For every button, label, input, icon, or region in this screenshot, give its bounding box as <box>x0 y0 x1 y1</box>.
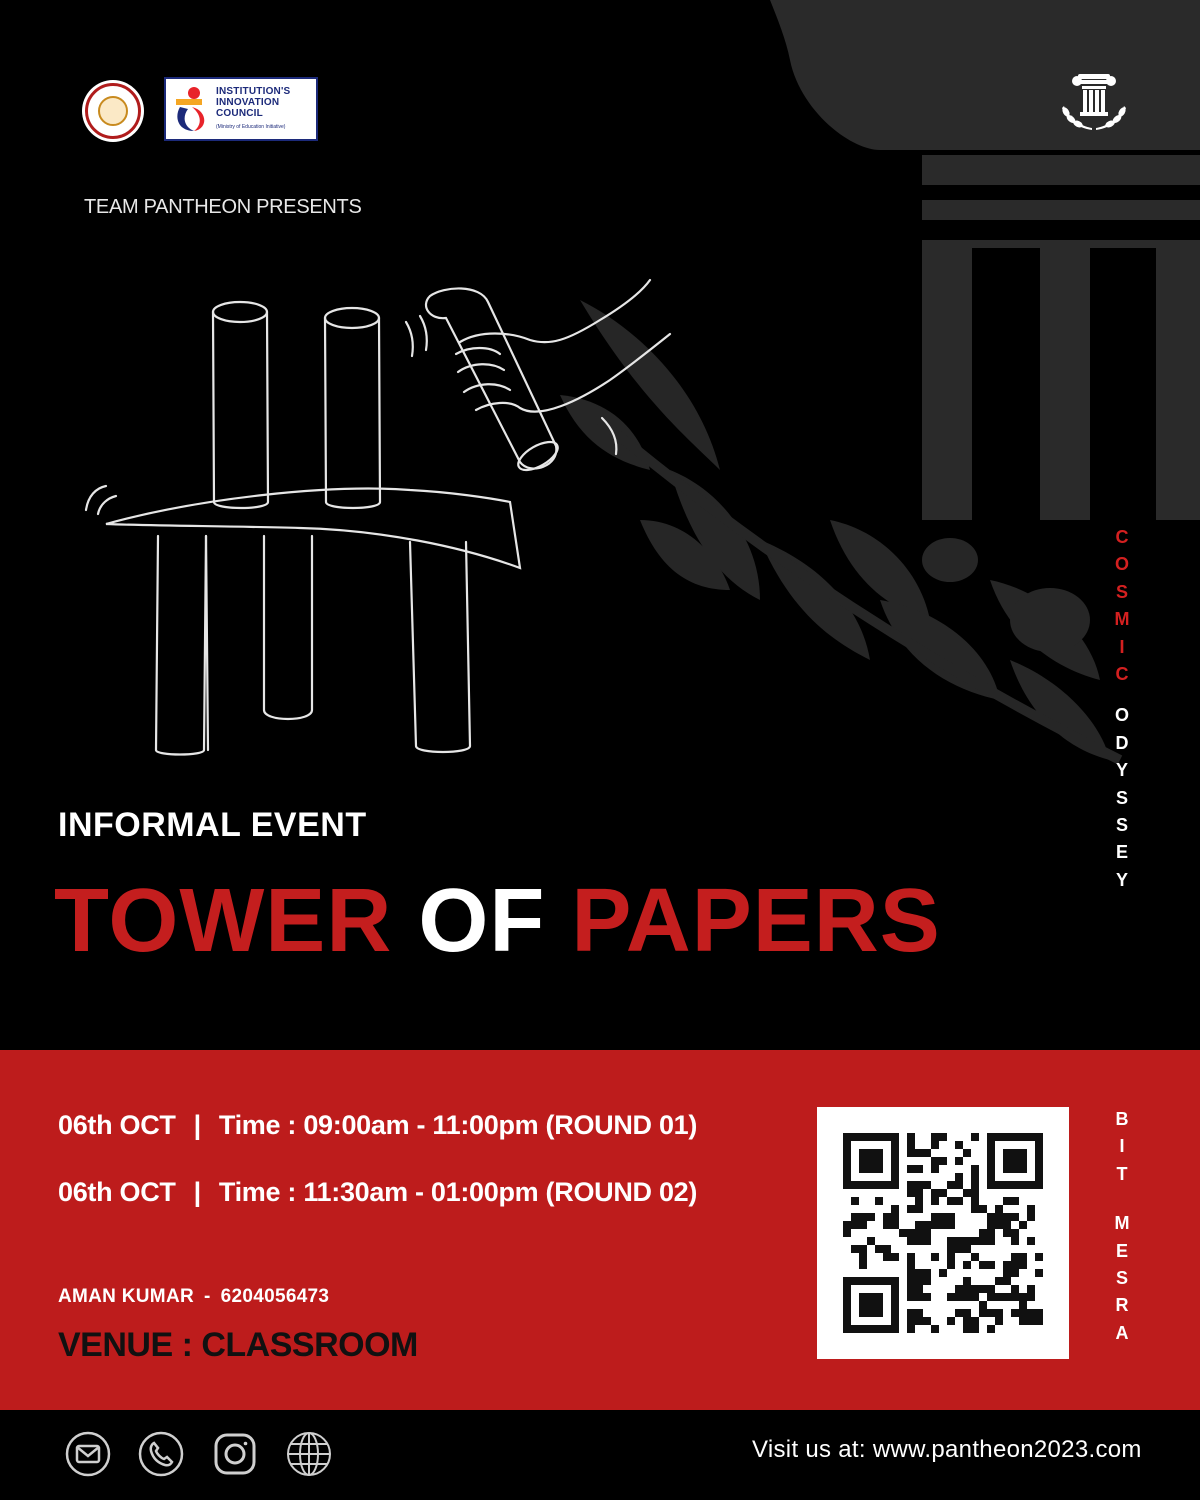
mesra-letter: M <box>1114 1213 1130 1234</box>
iic-logo: INSTITUTION'S INNOVATION COUNCIL (Minist… <box>164 77 318 141</box>
phone-icon[interactable] <box>137 1430 185 1478</box>
tower-of-papers-illustration <box>84 278 672 756</box>
website-link[interactable]: Visit us at: www.pantheon2023.com <box>752 1436 1142 1464</box>
institute-seal-logo <box>82 80 144 142</box>
odyssey-letter: D <box>1115 732 1129 753</box>
title-part-tower: TOWER <box>54 871 393 971</box>
title-part-papers: PAPERS <box>571 871 941 971</box>
odyssey-letter: Y <box>1115 760 1128 781</box>
presents-text: TEAM PANTHEON PRESENTS <box>84 196 362 218</box>
schedule-time: Time : 11:30am - 01:00pm (ROUND 02) <box>218 1177 698 1207</box>
odyssey-letter: E <box>1115 842 1128 863</box>
schedule-separator: | <box>193 1110 202 1140</box>
contact-name: AMAN KUMAR <box>58 1286 194 1307</box>
contact-info: AMAN KUMAR -6204056473 <box>58 1286 329 1308</box>
odyssey-letter: Y <box>1115 869 1128 890</box>
schedule-round-1: 06th OCT | Time : 09:00am - 11:00pm (ROUND… <box>58 1110 697 1141</box>
cosmic-letter: M <box>1114 609 1130 630</box>
iic-subtitle: (Ministry of Education Initiative) <box>216 124 286 130</box>
contact-phone[interactable]: 6204056473 <box>221 1286 330 1307</box>
schedule-date: 06th OCT <box>58 1177 176 1207</box>
globe-icon[interactable] <box>285 1430 333 1478</box>
bit-letter: B <box>1115 1109 1129 1129</box>
cosmic-letter: O <box>1114 554 1129 575</box>
registration-qr-code[interactable] <box>817 1107 1069 1359</box>
odyssey-letter: S <box>1115 787 1128 808</box>
event-category: INFORMAL EVENT <box>58 806 367 844</box>
instagram-icon[interactable] <box>211 1430 259 1478</box>
schedule-separator: | <box>193 1177 202 1207</box>
venue-text: VENUE : CLASSROOM <box>58 1326 418 1364</box>
mail-icon[interactable] <box>64 1430 112 1478</box>
odyssey-letter: S <box>1115 815 1128 836</box>
cosmic-letter: C <box>1115 527 1129 547</box>
contact-dash: - <box>203 1286 211 1307</box>
bit-mesra-vertical-text: B I T M E S R A <box>1106 1106 1138 1347</box>
odyssey-letter: O <box>1114 705 1129 726</box>
schedule-time: Time : 09:00am - 11:00pm (ROUND 01) <box>218 1110 698 1140</box>
iic-mark-icon <box>176 87 205 131</box>
schedule-date: 06th OCT <box>58 1110 176 1140</box>
bit-letter: I <box>1119 1136 1125 1157</box>
iic-line2: INNOVATION <box>216 97 280 108</box>
mesra-letter: E <box>1115 1240 1128 1261</box>
cosmic-letter: I <box>1119 636 1125 657</box>
mesra-letter: S <box>1115 1268 1128 1289</box>
cosmic-odyssey-vertical-text: C O S M I C O D Y S S E Y <box>1104 524 1140 894</box>
mesra-letter: A <box>1115 1322 1129 1343</box>
schedule-round-2: 06th OCT | Time : 11:30am - 01:00pm (ROUND… <box>58 1177 697 1208</box>
cosmic-letter: S <box>1115 581 1128 602</box>
pantheon-column-logo <box>1062 74 1126 130</box>
qr-code-icon <box>843 1133 1043 1333</box>
title-part-of: OF <box>418 871 546 971</box>
iic-line1: INSTITUTION'S <box>216 86 291 97</box>
bit-letter: T <box>1116 1163 1128 1184</box>
event-title: TOWER OF PAPERS <box>54 870 941 973</box>
event-poster: INSTITUTION'S INNOVATION COUNCIL (Minist… <box>0 0 1200 1500</box>
cosmic-letter: C <box>1115 664 1129 685</box>
iic-line3: COUNCIL <box>216 108 263 119</box>
mesra-letter: R <box>1115 1295 1129 1316</box>
